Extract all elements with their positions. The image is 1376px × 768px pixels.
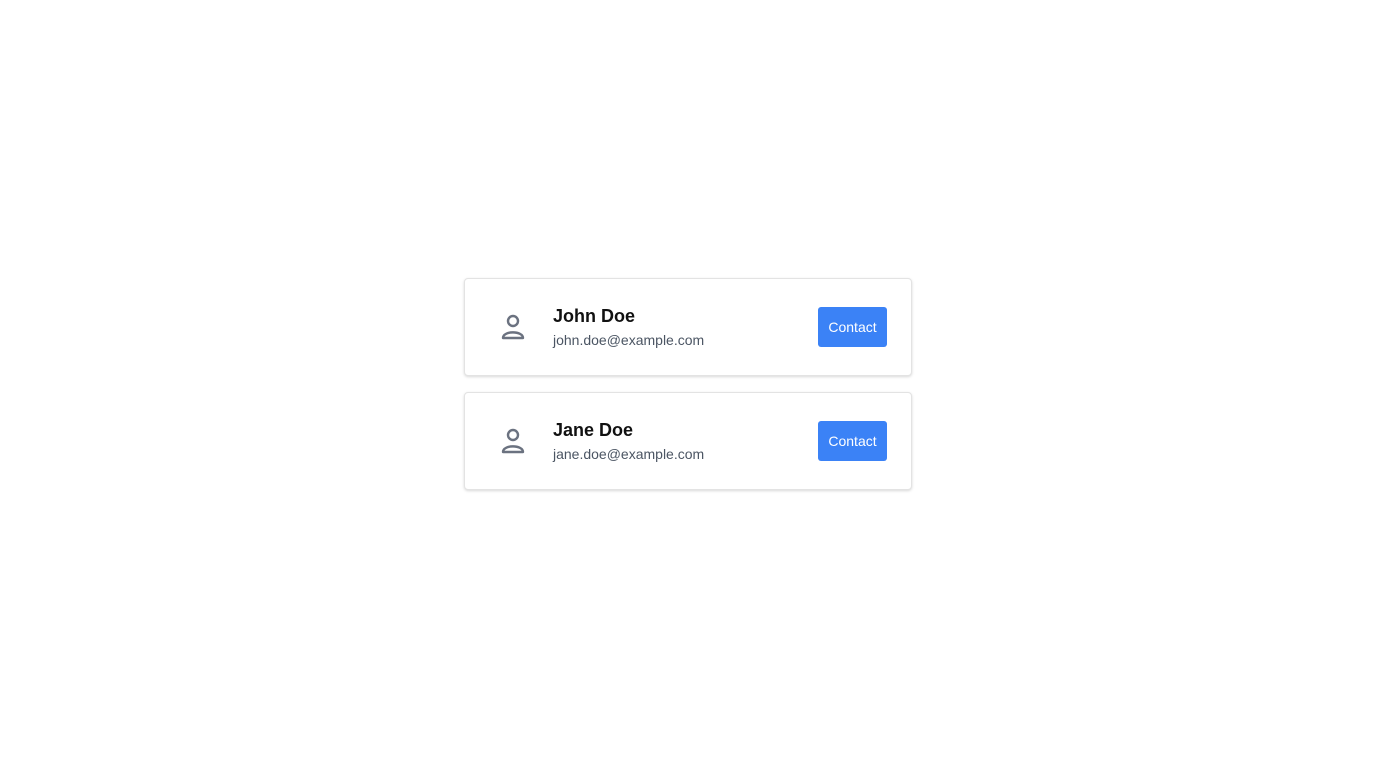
contact-button[interactable]: Contact [818,421,887,461]
contact-info: Jane Doe jane.doe@example.com [553,419,704,463]
contact-info: John Doe john.doe@example.com [553,305,704,349]
contact-list: John Doe john.doe@example.com Contact Ja… [464,278,912,490]
contact-name: Jane Doe [553,420,634,440]
contact-card: John Doe john.doe@example.com Contact [464,278,912,376]
contact-button[interactable]: Contact [818,307,887,347]
contact-email: jane.doe@example.com [553,446,705,462]
user-icon [501,428,525,454]
user-icon [501,314,525,340]
contact-card: Jane Doe jane.doe@example.com Contact [464,392,912,490]
contact-name: John Doe [553,306,636,326]
page: John Doe john.doe@example.com Contact Ja… [0,0,1376,768]
contact-email: john.doe@example.com [553,332,705,348]
